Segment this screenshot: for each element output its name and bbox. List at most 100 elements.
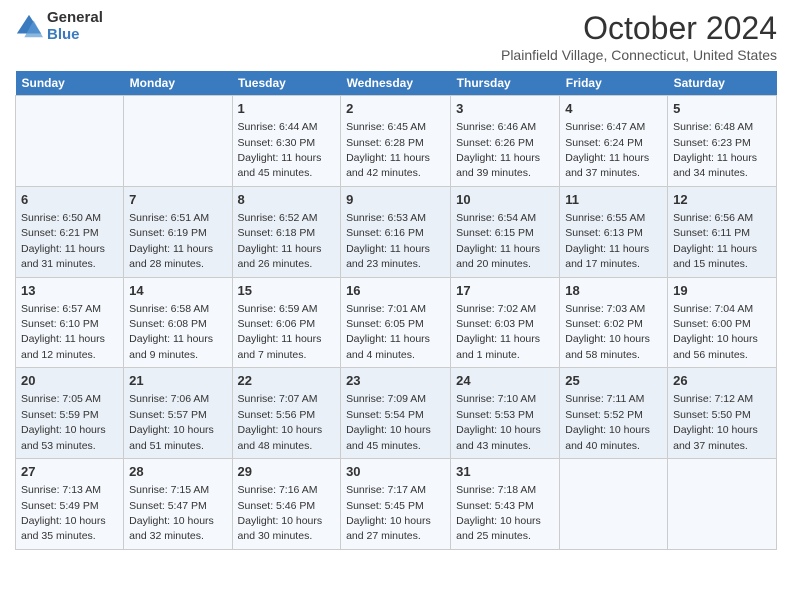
calendar-cell: 21 Sunrise: 7:06 AM Sunset: 5:57 PM Dayli… (124, 368, 232, 459)
calendar-week-row: 13 Sunrise: 6:57 AM Sunset: 6:10 PM Dayli… (16, 277, 777, 368)
calendar-cell: 27Sunrise: 7:13 AM Sunset: 5:49 PM Dayli… (16, 459, 124, 550)
day-info: Sunrise: 6:59 AM Sunset: 6:06 PM Dayligh… (238, 303, 322, 361)
calendar-header-tuesday: Tuesday (232, 71, 341, 96)
logo-icon (15, 13, 43, 41)
calendar-cell: 26 Sunrise: 7:12 AM Sunset: 5:50 PM Dayli… (668, 368, 777, 459)
month-title: October 2024 (501, 10, 777, 47)
calendar-cell: 24 Sunrise: 7:10 AM Sunset: 5:53 PM Dayli… (451, 368, 560, 459)
day-number: 15 (238, 282, 336, 300)
day-number: 4 (565, 100, 662, 118)
day-info: Sunrise: 7:11 AM Sunset: 5:52 PM Dayligh… (565, 393, 650, 451)
day-number: 25 (565, 372, 662, 390)
day-info: Sunrise: 7:17 AM Sunset: 5:45 PM Dayligh… (346, 484, 431, 542)
logo-general-text: General (47, 10, 103, 27)
day-number: 18 (565, 282, 662, 300)
calendar-cell: 14Sunrise: 6:58 AM Sunset: 6:08 PM Dayli… (124, 277, 232, 368)
day-info: Sunrise: 6:52 AM Sunset: 6:18 PM Dayligh… (238, 212, 322, 270)
day-number: 26 (673, 372, 771, 390)
calendar-cell: 31 Sunrise: 7:18 AM Sunset: 5:43 PM Dayli… (451, 459, 560, 550)
calendar-cell: 13 Sunrise: 6:57 AM Sunset: 6:10 PM Dayli… (16, 277, 124, 368)
day-info: Sunrise: 7:18 AM Sunset: 5:43 PM Dayligh… (456, 484, 541, 542)
day-number: 13 (21, 282, 118, 300)
calendar-cell: 2Sunrise: 6:45 AM Sunset: 6:28 PM Daylig… (341, 96, 451, 187)
day-info: Sunrise: 6:50 AM Sunset: 6:21 PM Dayligh… (21, 212, 105, 270)
day-info: Sunrise: 7:07 AM Sunset: 5:56 PM Dayligh… (238, 393, 323, 451)
day-number: 9 (346, 191, 445, 209)
day-number: 19 (673, 282, 771, 300)
calendar-cell: 1 Sunrise: 6:44 AM Sunset: 6:30 PM Daylig… (232, 96, 341, 187)
day-info: Sunrise: 7:15 AM Sunset: 5:47 PM Dayligh… (129, 484, 214, 542)
day-number: 10 (456, 191, 554, 209)
calendar-header-monday: Monday (124, 71, 232, 96)
day-info: Sunrise: 6:45 AM Sunset: 6:28 PM Dayligh… (346, 121, 430, 179)
day-number: 28 (129, 463, 226, 481)
calendar-header-friday: Friday (560, 71, 668, 96)
calendar-cell: 12 Sunrise: 6:56 AM Sunset: 6:11 PM Dayli… (668, 186, 777, 277)
day-info: Sunrise: 6:56 AM Sunset: 6:11 PM Dayligh… (673, 212, 757, 270)
day-number: 20 (21, 372, 118, 390)
day-number: 16 (346, 282, 445, 300)
day-info: Sunrise: 7:12 AM Sunset: 5:50 PM Dayligh… (673, 393, 758, 451)
day-info: Sunrise: 6:44 AM Sunset: 6:30 PM Dayligh… (238, 121, 322, 179)
day-info: Sunrise: 7:03 AM Sunset: 6:02 PM Dayligh… (565, 303, 650, 361)
day-number: 1 (238, 100, 336, 118)
calendar-cell: 23 Sunrise: 7:09 AM Sunset: 5:54 PM Dayli… (341, 368, 451, 459)
calendar-week-row: 1 Sunrise: 6:44 AM Sunset: 6:30 PM Daylig… (16, 96, 777, 187)
calendar-cell: 6 Sunrise: 6:50 AM Sunset: 6:21 PM Daylig… (16, 186, 124, 277)
day-number: 5 (673, 100, 771, 118)
calendar-cell: 10 Sunrise: 6:54 AM Sunset: 6:15 PM Dayli… (451, 186, 560, 277)
day-info: Sunrise: 7:13 AM Sunset: 5:49 PM Dayligh… (21, 484, 106, 542)
day-info: Sunrise: 6:48 AM Sunset: 6:23 PM Dayligh… (673, 121, 757, 179)
day-number: 31 (456, 463, 554, 481)
calendar-cell: 29 Sunrise: 7:16 AM Sunset: 5:46 PM Dayli… (232, 459, 341, 550)
day-info: Sunrise: 6:53 AM Sunset: 6:16 PM Dayligh… (346, 212, 430, 270)
day-info: Sunrise: 7:02 AM Sunset: 6:03 PM Dayligh… (456, 303, 540, 361)
day-number: 7 (129, 191, 226, 209)
calendar-cell: 16 Sunrise: 7:01 AM Sunset: 6:05 PM Dayli… (341, 277, 451, 368)
calendar-table: SundayMondayTuesdayWednesdayThursdayFrid… (15, 71, 777, 550)
day-info: Sunrise: 6:58 AM Sunset: 6:08 PM Dayligh… (129, 303, 213, 361)
calendar-header-saturday: Saturday (668, 71, 777, 96)
day-info: Sunrise: 7:09 AM Sunset: 5:54 PM Dayligh… (346, 393, 431, 451)
calendar-week-row: 27Sunrise: 7:13 AM Sunset: 5:49 PM Dayli… (16, 459, 777, 550)
calendar-cell (668, 459, 777, 550)
calendar-week-row: 20 Sunrise: 7:05 AM Sunset: 5:59 PM Dayli… (16, 368, 777, 459)
day-info: Sunrise: 6:57 AM Sunset: 6:10 PM Dayligh… (21, 303, 105, 361)
location-title: Plainfield Village, Connecticut, United … (501, 47, 777, 63)
day-number: 11 (565, 191, 662, 209)
calendar-cell: 25 Sunrise: 7:11 AM Sunset: 5:52 PM Dayli… (560, 368, 668, 459)
calendar-cell: 5 Sunrise: 6:48 AM Sunset: 6:23 PM Daylig… (668, 96, 777, 187)
calendar-header-sunday: Sunday (16, 71, 124, 96)
calendar-cell: 22Sunrise: 7:07 AM Sunset: 5:56 PM Dayli… (232, 368, 341, 459)
calendar-cell: 7Sunrise: 6:51 AM Sunset: 6:19 PM Daylig… (124, 186, 232, 277)
day-info: Sunrise: 7:16 AM Sunset: 5:46 PM Dayligh… (238, 484, 323, 542)
page-header: General Blue October 2024 Plainfield Vil… (15, 10, 777, 63)
day-number: 6 (21, 191, 118, 209)
calendar-cell: 15 Sunrise: 6:59 AM Sunset: 6:06 PM Dayli… (232, 277, 341, 368)
calendar-cell: 20 Sunrise: 7:05 AM Sunset: 5:59 PM Dayli… (16, 368, 124, 459)
day-number: 30 (346, 463, 445, 481)
calendar-cell: 28 Sunrise: 7:15 AM Sunset: 5:47 PM Dayli… (124, 459, 232, 550)
day-number: 3 (456, 100, 554, 118)
day-info: Sunrise: 7:06 AM Sunset: 5:57 PM Dayligh… (129, 393, 214, 451)
calendar-header-wednesday: Wednesday (341, 71, 451, 96)
day-number: 23 (346, 372, 445, 390)
calendar-cell: 9 Sunrise: 6:53 AM Sunset: 6:16 PM Daylig… (341, 186, 451, 277)
logo-blue-text: Blue (47, 27, 103, 44)
day-info: Sunrise: 7:01 AM Sunset: 6:05 PM Dayligh… (346, 303, 430, 361)
day-info: Sunrise: 6:54 AM Sunset: 6:15 PM Dayligh… (456, 212, 540, 270)
day-info: Sunrise: 7:05 AM Sunset: 5:59 PM Dayligh… (21, 393, 106, 451)
calendar-week-row: 6 Sunrise: 6:50 AM Sunset: 6:21 PM Daylig… (16, 186, 777, 277)
day-info: Sunrise: 7:10 AM Sunset: 5:53 PM Dayligh… (456, 393, 541, 451)
day-number: 12 (673, 191, 771, 209)
day-number: 24 (456, 372, 554, 390)
calendar-cell: 17Sunrise: 7:02 AM Sunset: 6:03 PM Dayli… (451, 277, 560, 368)
calendar-cell (124, 96, 232, 187)
calendar-header-row: SundayMondayTuesdayWednesdayThursdayFrid… (16, 71, 777, 96)
day-number: 21 (129, 372, 226, 390)
calendar-cell: 4Sunrise: 6:47 AM Sunset: 6:24 PM Daylig… (560, 96, 668, 187)
day-info: Sunrise: 6:46 AM Sunset: 6:26 PM Dayligh… (456, 121, 540, 179)
title-block: October 2024 Plainfield Village, Connect… (501, 10, 777, 63)
calendar-cell: 3 Sunrise: 6:46 AM Sunset: 6:26 PM Daylig… (451, 96, 560, 187)
day-number: 29 (238, 463, 336, 481)
